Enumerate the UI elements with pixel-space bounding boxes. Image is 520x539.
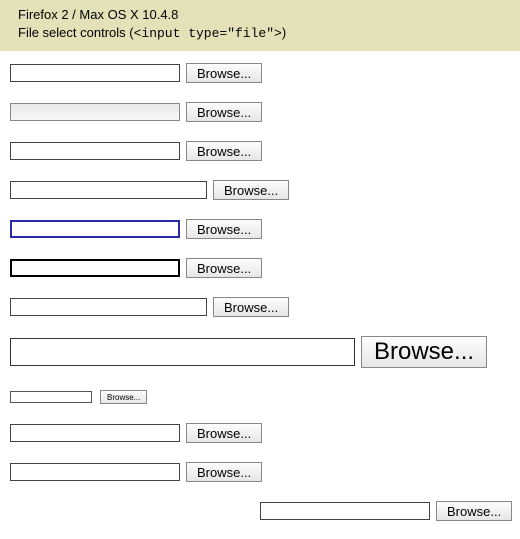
file-control-row-large: Browse... xyxy=(10,336,520,368)
file-path-input[interactable] xyxy=(10,259,180,277)
file-path-input[interactable] xyxy=(10,142,180,160)
browse-button[interactable]: Browse... xyxy=(186,423,262,443)
browse-button[interactable]: Browse... xyxy=(186,462,262,482)
browse-button[interactable]: Browse... xyxy=(186,258,262,278)
file-control-row: Browse... xyxy=(10,258,520,278)
file-path-input[interactable] xyxy=(10,424,180,442)
file-control-row: Browse... xyxy=(10,63,520,83)
file-path-input[interactable] xyxy=(10,181,207,199)
file-path-input[interactable] xyxy=(10,298,207,316)
browse-button[interactable]: Browse... xyxy=(436,501,512,521)
browse-button[interactable]: Browse... xyxy=(213,297,289,317)
file-control-row: Browse... xyxy=(10,102,520,122)
file-control-row-small: Browse... xyxy=(10,390,520,404)
file-control-row: Browse... xyxy=(10,219,520,239)
file-control-row: Browse... xyxy=(10,297,520,317)
file-control-row: Browse... xyxy=(10,462,520,482)
file-path-input[interactable] xyxy=(260,502,430,520)
header-line2: File select controls (<input type="file"… xyxy=(18,24,510,43)
header-banner: Firefox 2 / Max OS X 10.4.8 File select … xyxy=(0,0,520,51)
browse-button[interactable]: Browse... xyxy=(186,63,262,83)
file-path-input[interactable] xyxy=(10,463,180,481)
browse-button[interactable]: Browse... xyxy=(361,336,487,368)
browse-button[interactable]: Browse... xyxy=(186,219,262,239)
file-control-row-offset: Browse... xyxy=(260,501,520,521)
browse-button[interactable]: Browse... xyxy=(100,390,147,404)
browse-button[interactable]: Browse... xyxy=(213,180,289,200)
header-line1: Firefox 2 / Max OS X 10.4.8 xyxy=(18,6,510,24)
file-control-row: Browse... xyxy=(10,141,520,161)
file-path-input[interactable] xyxy=(10,391,92,403)
file-path-input[interactable] xyxy=(10,220,180,238)
file-path-input[interactable] xyxy=(10,103,180,121)
file-control-row: Browse... xyxy=(10,180,520,200)
file-path-input[interactable] xyxy=(10,338,355,366)
header-line2-prefix: File select controls ( xyxy=(18,25,134,40)
file-path-input[interactable] xyxy=(10,64,180,82)
header-line2-suffix: ) xyxy=(282,25,286,40)
browse-button[interactable]: Browse... xyxy=(186,141,262,161)
browse-button[interactable]: Browse... xyxy=(186,102,262,122)
demo-area: Browse... Browse... Browse... Browse... … xyxy=(0,51,520,539)
header-line2-code: <input type="file"> xyxy=(134,26,282,41)
file-control-row: Browse... xyxy=(10,423,520,443)
